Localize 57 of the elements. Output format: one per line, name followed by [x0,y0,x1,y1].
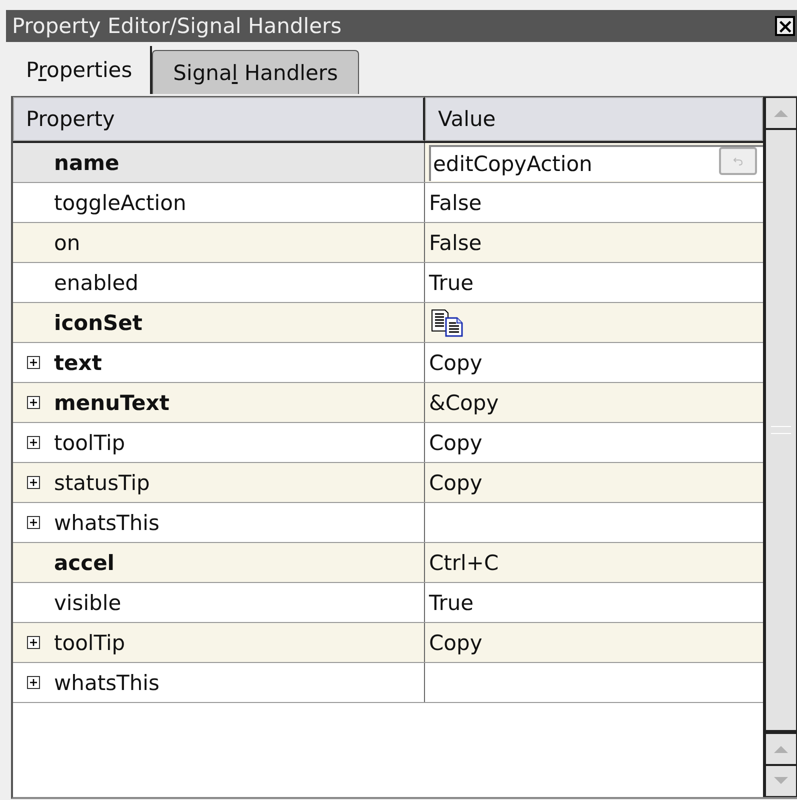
tab[interactable]: Signal Handlers [152,50,359,94]
expand-icon[interactable] [27,516,40,529]
scroll-up-button[interactable] [765,97,797,129]
scroll-up-button[interactable] [765,733,797,765]
scrollbar[interactable] [763,97,797,797]
copy-icon [431,308,463,336]
expand-icon[interactable] [27,396,40,409]
column-header[interactable]: Value [425,97,763,141]
value-text: Copy [429,630,482,654]
property-cell[interactable]: name [13,143,425,182]
property-name: accel [54,550,115,574]
property-cell[interactable]: on [13,223,425,262]
property-cell[interactable]: whatsThis [13,503,425,542]
property-name: enabled [54,270,139,294]
property-cell[interactable]: toolTip [13,623,425,662]
value-text: Ctrl+C [429,550,499,574]
column-header[interactable]: Property [13,97,425,141]
property-cell[interactable]: text [13,343,425,382]
property-cell[interactable]: visible [13,583,425,622]
expand-icon[interactable] [27,676,40,689]
expand-icon[interactable] [27,436,40,449]
property-name: visible [54,590,122,614]
property-cell[interactable]: enabled [13,263,425,302]
value-text: Copy [429,470,482,494]
expand-icon[interactable] [27,476,40,489]
property-cell[interactable]: menuText [13,383,425,422]
scroll-down-button[interactable] [765,765,797,797]
property-cell[interactable]: toggleAction [13,183,425,222]
property-name: statusTip [54,470,150,494]
property-name: on [54,230,80,254]
property-cell[interactable]: accel [13,543,425,582]
property-name: text [54,350,102,374]
property-name: toolTip [54,430,126,454]
value-text: Copy [429,350,482,374]
value-field[interactable]: editCopyAction [429,144,763,180]
undo-icon [733,156,743,166]
scroll-thumb[interactable] [765,129,797,733]
property-name: iconSet [54,310,142,334]
window-title: Property Editor/Signal Handlers [11,14,342,38]
property-name: menuText [54,390,170,414]
property-name: name [54,150,120,174]
value-text: True [429,590,474,614]
value-text: Copy [429,430,482,454]
close-button[interactable]: × [775,16,795,36]
value-text: True [429,270,474,294]
property-cell[interactable]: statusTip [13,463,425,502]
expand-icon[interactable] [27,636,40,649]
property-cell[interactable]: toolTip [13,423,425,462]
expand-icon[interactable] [27,356,40,369]
property-name: whatsThis [54,510,160,534]
property-name: toggleAction [54,190,186,214]
property-name: toolTip [54,630,126,654]
property-cell[interactable]: whatsThis [13,663,425,702]
value-text: &Copy [429,390,499,414]
property-name: whatsThis [54,670,160,694]
value-text: False [429,230,482,254]
value-text: False [429,190,482,214]
